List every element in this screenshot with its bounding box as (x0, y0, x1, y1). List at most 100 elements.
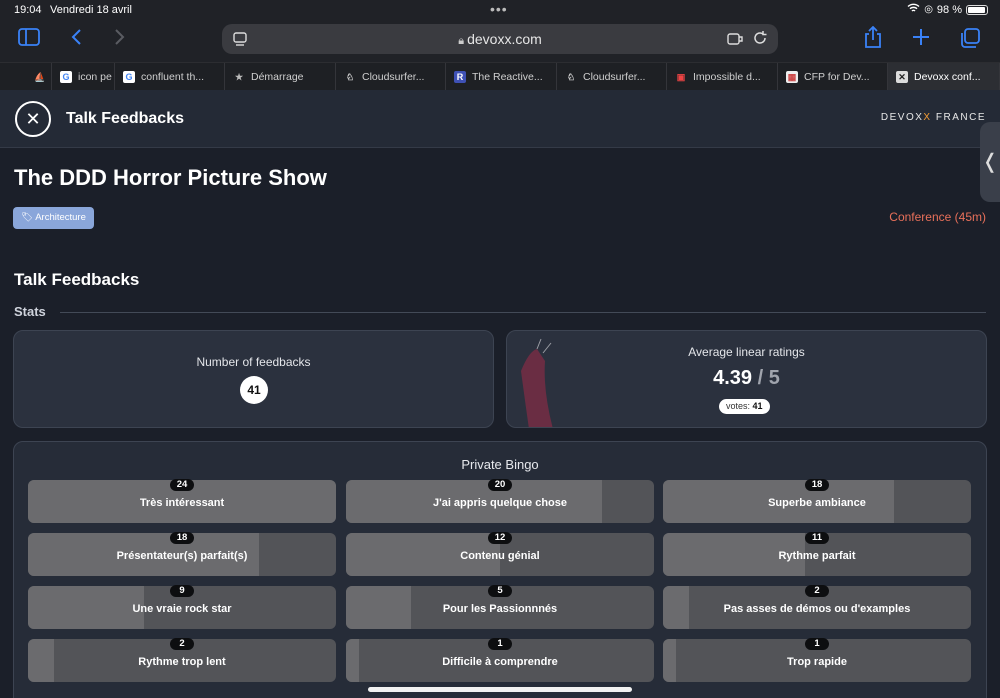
forward-icon[interactable] (114, 28, 126, 52)
section-title: Talk Feedbacks (14, 270, 140, 289)
bingo-title: Private Bingo (461, 457, 539, 472)
tab-label: Devoxx conf... (914, 71, 981, 83)
private-bingo-card: Private Bingo Très intéressant 24 J'ai app… (13, 441, 987, 698)
tab-label: Cloudsurfer... (583, 71, 646, 83)
google-icon: G (60, 71, 72, 83)
reload-icon[interactable] (752, 30, 768, 51)
browser-tab[interactable]: Gconfluent th... (115, 63, 225, 91)
star-icon: ★ (233, 71, 245, 83)
cloudsurfer-icon: ♘ (344, 71, 356, 83)
battery-percent: 98 % (936, 3, 962, 16)
ratings-label: Average linear ratings (688, 345, 805, 359)
feedbacks-count: 41 (240, 376, 268, 404)
browser-tab[interactable]: Gicon pe (52, 63, 115, 91)
cloudsurfer-icon: ♘ (565, 71, 577, 83)
tab-label: Impossible d... (693, 71, 761, 83)
page-header: ✕ Talk Feedbacks DEVOXX FRANCE (0, 90, 1000, 148)
bingo-item-count: 24 (170, 479, 194, 491)
bingo-item-count: 12 (488, 532, 512, 544)
bingo-item-count: 20 (488, 479, 512, 491)
bingo-item-count: 2 (805, 585, 829, 597)
ratings-card: Average linear ratings 4.39 / 5 votes: 4… (506, 330, 987, 428)
bingo-item-label: Trop rapide (787, 656, 847, 668)
bingo-item-label: Difficile à comprendre (442, 656, 558, 668)
wifi-icon (907, 3, 920, 16)
tab-label: confluent th... (141, 71, 205, 83)
rating-max: / 5 (752, 367, 780, 389)
bingo-item-count: 1 (805, 638, 829, 650)
address-bar[interactable]: 🔒︎ devoxx.com (222, 24, 778, 54)
browser-tab[interactable]: R The Reactive... (446, 63, 557, 91)
bingo-item-label: Une vraie rock star (132, 603, 232, 615)
tab-label: Cloudsurfer... (362, 71, 425, 83)
track-tag[interactable]: 🏷︎ Architecture (13, 207, 94, 229)
google-icon: G (123, 71, 135, 83)
bingo-item-label: Présentateur(s) parfait(s) (116, 550, 248, 562)
page-title: Talk Feedbacks (66, 110, 184, 127)
track-tag-label: Architecture (35, 212, 86, 223)
bingo-item-count: 2 (170, 638, 194, 650)
new-tab-icon[interactable] (912, 28, 930, 52)
extension-icon[interactable] (726, 31, 744, 52)
devoxx-logo[interactable]: DEVOXX FRANCE (881, 112, 986, 123)
side-panel-handle[interactable]: ❬ (980, 122, 1000, 202)
headphones-icon: ◎ (924, 4, 933, 15)
bingo-item-label: Rythme parfait (778, 550, 856, 562)
tab-strip: ⛵ Gicon pe Gconfluent th... ★ Démarrage ♘ Clou… (0, 62, 1000, 91)
browser-tab[interactable]: ✕ Devoxx conf... (888, 63, 1000, 91)
status-date: Vendredi 18 avril (50, 4, 132, 16)
tag-icon: 🏷︎ (21, 212, 36, 223)
tab-label: icon pe (78, 71, 112, 83)
url-value: devoxx.com (467, 31, 542, 47)
browser-tab[interactable]: ♘ Cloudsurfer... (336, 63, 446, 91)
bingo-item-count: 1 (488, 638, 512, 650)
back-icon[interactable] (70, 28, 82, 52)
tab-label: Démarrage (251, 71, 304, 83)
stats-label: Stats (14, 304, 46, 319)
home-indicator[interactable] (368, 687, 632, 692)
browser-tab[interactable]: ▣ Impossible d... (667, 63, 778, 91)
multitasking-dots-icon[interactable]: ••• (490, 1, 508, 17)
tab-label: The Reactive... (472, 71, 543, 83)
bingo-item-count: 5 (488, 585, 512, 597)
ship-icon: ⛵ (34, 71, 46, 83)
bingo-item-label: Pour les Passionnnés (442, 603, 558, 615)
reactive-icon: R (454, 71, 466, 83)
chevron-left-icon: ❬ (981, 151, 999, 173)
tab-overview-icon[interactable] (960, 28, 980, 54)
tab-label: CFP for Dev... (804, 71, 870, 83)
browser-tab[interactable]: ⛵ (0, 63, 52, 91)
stats-divider (60, 312, 986, 313)
average-rating: 4.39 / 5 (507, 367, 986, 390)
bingo-item-count: 11 (805, 532, 829, 544)
sidebar-icon[interactable] (18, 28, 40, 52)
bingo-item-count: 18 (805, 479, 829, 491)
bingo-item-label: Rythme trop lent (138, 656, 226, 668)
browser-tab[interactable]: ★ Démarrage (225, 63, 336, 91)
bingo-item-count: 9 (170, 585, 194, 597)
warning-icon: ▣ (675, 71, 687, 83)
bingo-item-label: Superbe ambiance (768, 497, 866, 509)
status-indicators: ◎ 98 % (907, 3, 988, 16)
share-icon[interactable] (864, 25, 882, 54)
feedbacks-label: Number of feedbacks (196, 355, 311, 369)
browser-tab[interactable]: ▦ CFP for Dev... (778, 63, 888, 91)
close-icon: ✕ (25, 109, 41, 129)
url-text: 🔒︎ devoxx.com (222, 31, 778, 48)
cfp-icon: ▦ (786, 71, 798, 83)
average-value: 4.39 (713, 367, 753, 389)
status-bar: 19:04 Vendredi 18 avril ••• ◎ 98 % (0, 0, 1000, 20)
lock-icon: 🔒︎ (458, 35, 468, 47)
battery-icon (966, 4, 988, 15)
browser-tab[interactable]: ♘ Cloudsurfer... (557, 63, 667, 91)
status-time: 19:04 (14, 4, 42, 16)
bingo-item-count: 18 (170, 532, 194, 544)
devoxx-icon: ✕ (896, 71, 908, 83)
talk-title: The DDD Horror Picture Show (14, 165, 327, 190)
close-button[interactable]: ✕ (15, 101, 51, 137)
talk-format: Conference (45m) (889, 210, 986, 224)
feedbacks-card: Number of feedbacks 41 (13, 330, 494, 428)
votes-badge: votes: 41 (719, 399, 770, 414)
bingo-item-label: Contenu génial (460, 550, 540, 562)
votes-count: 41 (752, 401, 763, 411)
